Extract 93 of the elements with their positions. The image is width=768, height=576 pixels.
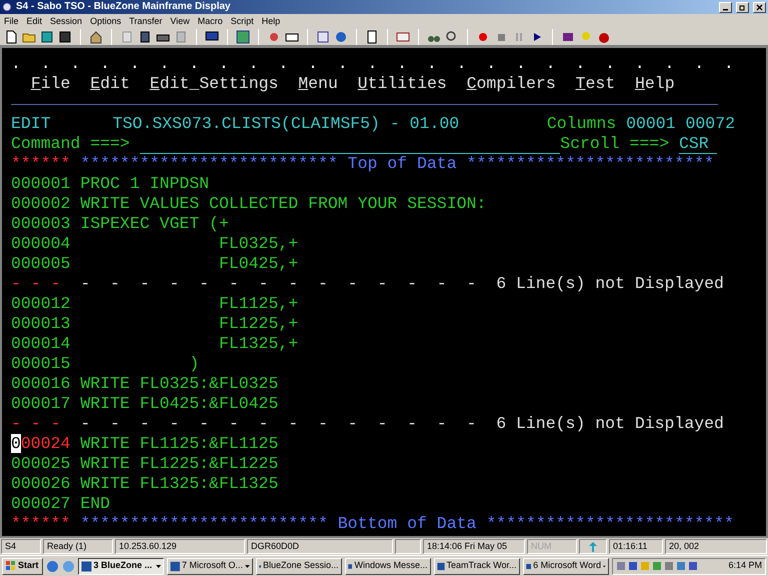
code-text: FL1125,+: [218, 294, 298, 314]
scroll-label: Scroll ===>: [560, 134, 670, 154]
code-text: FL0325,+: [218, 234, 298, 254]
taskbar-button[interactable]: 6 Microsoft Word: [522, 558, 609, 574]
menu-item[interactable]: View: [170, 16, 190, 26]
window-title: S4 - Sabo TSO - BlueZone Mainframe Display: [16, 2, 230, 12]
line-number: 000017: [11, 394, 70, 414]
star-border: *************************: [486, 514, 734, 534]
columns-label: Columns: [546, 114, 616, 134]
menu-item[interactable]: File: [4, 16, 19, 26]
menu-item[interactable]: Menu: [298, 74, 338, 94]
code-text: ): [188, 354, 200, 374]
menu-item[interactable]: Test: [576, 74, 616, 94]
close-button[interactable]: [753, 2, 766, 12]
line-number: 000025: [11, 454, 70, 474]
menu-item[interactable]: Options: [90, 16, 122, 26]
new-document-icon[interactable]: [4, 30, 18, 44]
dot-row: . . . . . . . . . . . . . . . . . . . . . . . . .: [11, 54, 734, 74]
line-number: 000015: [11, 354, 70, 374]
menu-item[interactable]: File: [30, 74, 70, 94]
line-prefix: - - -: [11, 274, 61, 294]
menu-item[interactable]: Help: [262, 16, 280, 26]
code-text: FL1225,+: [218, 314, 298, 334]
code-text: WRITE FL0425:&FL0425: [80, 394, 278, 414]
command-label: Command ===>: [11, 134, 130, 154]
restore-button[interactable]: [736, 2, 749, 12]
status-field: Ready (1): [43, 539, 113, 554]
line-number: 000027: [11, 494, 70, 514]
restore-icon: [739, 4, 746, 10]
status-field: 01:16:11: [609, 539, 663, 554]
start-button[interactable]: Start: [2, 558, 43, 574]
browser-icon[interactable]: [46, 560, 59, 572]
columns-value: 00001 00072: [626, 114, 735, 134]
menu-item[interactable]: Script: [230, 16, 254, 26]
line-number: 000014: [11, 334, 70, 354]
scroll-input[interactable]: CSR: [679, 134, 717, 154]
code-text: FL0425,+: [218, 254, 298, 274]
taskbar-button[interactable]: BlueZone Sessio...: [256, 558, 342, 574]
menu-item[interactable]: Edit: [26, 16, 42, 26]
clock: 6:14 PM: [728, 559, 762, 572]
line-number: 000002: [11, 194, 70, 214]
close-icon: [756, 4, 763, 10]
menu-item[interactable]: Edit_Settings: [150, 74, 278, 94]
status-field: 10.253.60.129: [115, 539, 245, 554]
code-text: ISPEXEC VGET (+: [80, 214, 229, 234]
menu-item[interactable]: Help: [634, 74, 675, 94]
code-text: WRITE FL0325:&FL0325: [80, 374, 278, 394]
line-number: 000003: [11, 214, 70, 234]
code-text: WRITE VALUES COLLECTED FROM YOUR SESSION:: [80, 194, 486, 214]
line-number: 000004: [11, 234, 70, 254]
dash-separator: - - - - - - - - - - - - - -: [79, 274, 476, 294]
status-field: 20, 002: [665, 539, 767, 554]
house-icon[interactable]: [89, 30, 103, 44]
line-number: 000012: [11, 294, 70, 314]
menu-item[interactable]: Compilers: [466, 74, 556, 94]
menu-item[interactable]: Transfer: [129, 16, 162, 26]
excluded-lines-message: 6 Line(s) not Displayed: [496, 274, 724, 294]
code-text: FL1325,+: [218, 334, 298, 354]
dash-separator: - - - - - - - - - - - - - -: [79, 414, 476, 434]
line-number: 000026: [11, 474, 70, 494]
banner-text: Top of Data: [348, 154, 457, 174]
star-border: ****** **************************: [11, 154, 338, 174]
code-text: END: [80, 494, 110, 514]
taskbar-button[interactable]: 7 Microsoft O...: [166, 558, 253, 574]
star-border: *************************: [466, 154, 714, 174]
line-number: 000024: [11, 434, 70, 454]
menu-item[interactable]: Session: [50, 16, 82, 26]
menu-item[interactable]: Utilities: [358, 74, 447, 94]
status-field: DGR60D0D: [247, 539, 393, 554]
taskbar-button[interactable]: 3 BlueZone ...: [78, 558, 164, 574]
up-arrow-icon: [589, 542, 597, 552]
menu-item[interactable]: Macro: [198, 16, 223, 26]
minimize-button[interactable]: [719, 2, 732, 12]
taskbar-button[interactable]: TeamTrack Wor...: [434, 558, 520, 574]
line-prefix: - - -: [11, 414, 61, 434]
line-number: 000001: [11, 174, 70, 194]
code-text: WRITE FL1225:&FL1225: [80, 454, 278, 474]
line-number: 000005: [11, 254, 70, 274]
code-text: WRITE FL1125:&FL1125: [80, 434, 278, 454]
menu-item[interactable]: Edit: [90, 74, 130, 94]
status-field: 18:14:06 Fri May 05: [423, 539, 525, 554]
banner-text: Bottom of Data: [338, 514, 476, 534]
dataset-name: TSO.SXS073.CLISTS(CLAIMSF5) - 01.00: [112, 114, 460, 134]
excluded-lines-message: 6 Line(s) not Displayed: [496, 414, 724, 434]
code-text: WRITE FL1325:&FL1325: [80, 474, 278, 494]
mode-label: EDIT: [11, 114, 51, 134]
status-field: S4: [1, 539, 41, 554]
windows-logo-icon: [6, 561, 16, 571]
line-number: 000013: [11, 314, 70, 334]
taskbar-button[interactable]: Windows Messe...: [344, 558, 431, 574]
code-text: PROC 1 INPDSN: [80, 174, 210, 194]
star-border: ****** *************************: [11, 514, 328, 534]
line-number: 000016: [11, 374, 70, 394]
